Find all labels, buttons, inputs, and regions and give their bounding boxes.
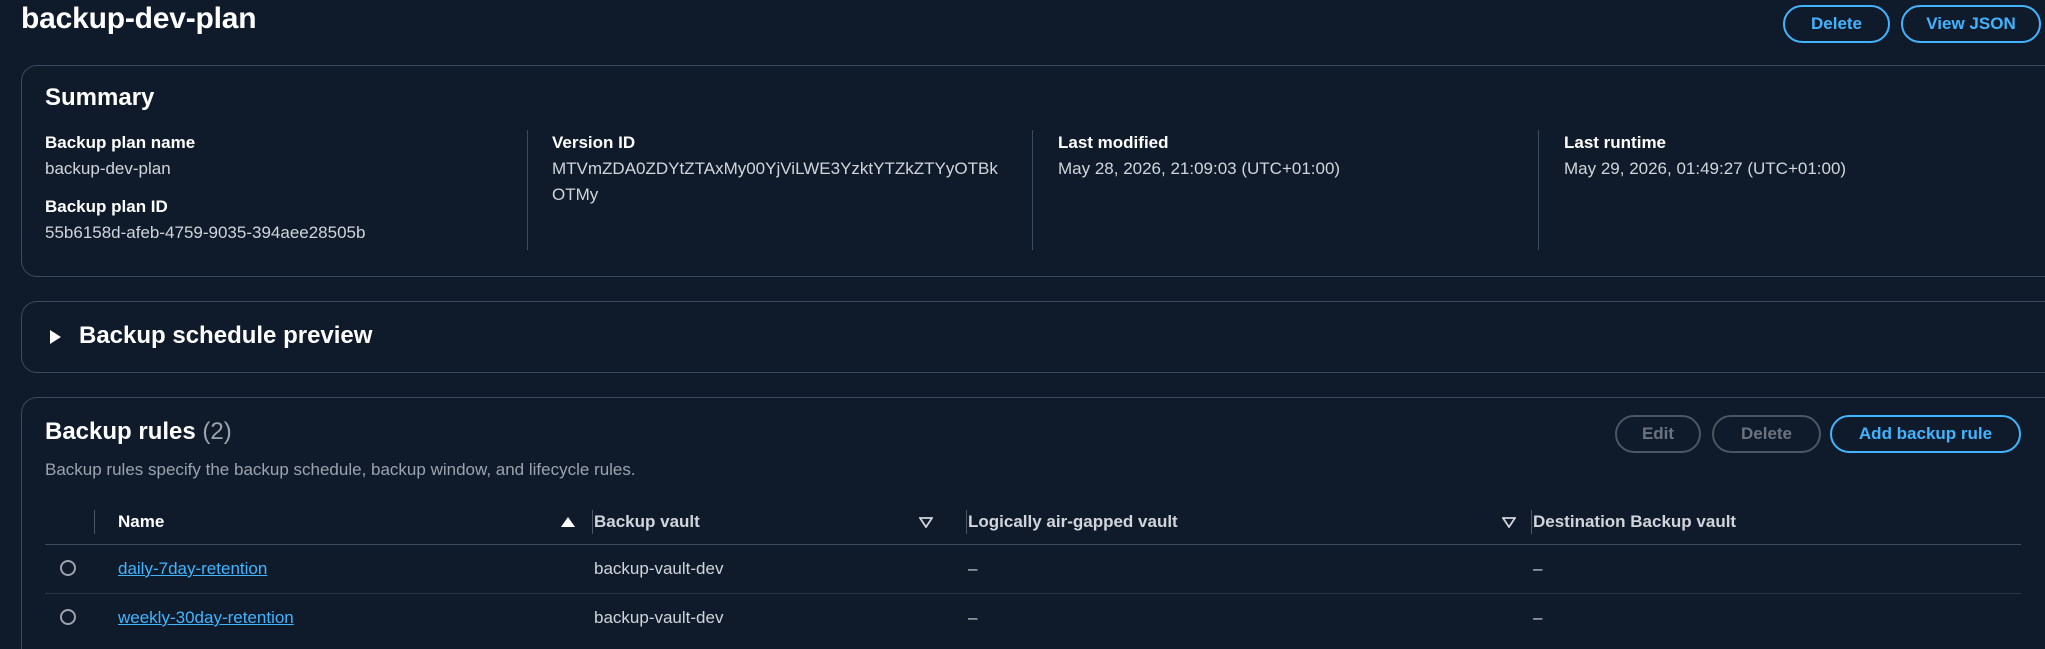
delete-rule-button[interactable]: Delete: [1712, 415, 1821, 453]
column-header-vault[interactable]: Backup vault: [594, 500, 700, 544]
summary-heading: Summary: [45, 84, 155, 111]
sort-ascending-icon[interactable]: [561, 517, 575, 527]
row-select-radio[interactable]: [60, 609, 76, 625]
last-runtime-value: May 29, 2026, 01:49:27 (UTC+01:00): [1564, 159, 1847, 178]
version-id-value-line2: OTMy: [552, 185, 599, 204]
table-row[interactable]: weekly-30day-retention backup-vault-dev …: [45, 594, 2021, 642]
plan-name-value: backup-dev-plan: [45, 159, 171, 178]
schedule-preview-heading[interactable]: Backup schedule preview: [79, 322, 372, 350]
add-backup-rule-button[interactable]: Add backup rule: [1830, 415, 2021, 453]
rule-airgapped-cell: –: [968, 608, 978, 627]
edit-rule-button[interactable]: Edit: [1615, 415, 1701, 453]
last-modified-value: May 28, 2026, 21:09:03 (UTC+01:00): [1058, 159, 1341, 178]
summary-divider: [1032, 130, 1033, 250]
column-separator: [94, 510, 95, 534]
plan-name-label: Backup plan name: [45, 133, 196, 152]
rule-name-link[interactable]: weekly-30day-retention: [118, 608, 294, 628]
table-header: Name Backup vault Logically air-gapped v…: [45, 500, 2021, 545]
plan-id-value: 55b6158d-afeb-4759-9035-394aee28505b: [45, 223, 366, 242]
rule-name-link[interactable]: daily-7day-retention: [118, 559, 267, 579]
delete-plan-button[interactable]: Delete: [1783, 5, 1890, 43]
column-separator: [592, 510, 593, 534]
view-json-button[interactable]: View JSON: [1901, 5, 2041, 43]
summary-col-plan: Backup plan name backup-dev-plan Backup …: [45, 132, 365, 246]
backup-rules-description: Backup rules specify the backup schedule…: [45, 460, 636, 479]
caret-right-icon[interactable]: [50, 330, 61, 344]
rule-destination-cell: –: [1533, 559, 1543, 578]
backup-rules-title: Backup rules: [45, 418, 196, 445]
backup-rules-count: (2): [202, 418, 232, 445]
table-row[interactable]: daily-7day-retention backup-vault-dev – …: [45, 545, 2021, 594]
summary-col-modified: Last modified May 28, 2026, 21:09:03 (UT…: [1058, 132, 1340, 182]
backup-rules-table: Name Backup vault Logically air-gapped v…: [45, 500, 2021, 642]
summary-col-version: Version ID MTVmZDA0ZDYtZTAxMy00YjViLWE3Y…: [552, 132, 998, 208]
rule-vault-cell: backup-vault-dev: [594, 559, 724, 578]
row-select-radio[interactable]: [60, 560, 76, 576]
column-header-name[interactable]: Name: [118, 500, 164, 544]
version-id-value-line1: MTVmZDA0ZDYtZTAxMy00YjViLWE3YzktYTZkZTYy…: [552, 159, 998, 178]
summary-col-runtime: Last runtime May 29, 2026, 01:49:27 (UTC…: [1564, 132, 1846, 182]
last-modified-label: Last modified: [1058, 133, 1169, 152]
plan-id-label: Backup plan ID: [45, 197, 168, 216]
rule-vault-cell: backup-vault-dev: [594, 608, 724, 627]
column-header-destination[interactable]: Destination Backup vault: [1533, 500, 1736, 544]
last-runtime-label: Last runtime: [1564, 133, 1667, 152]
column-separator: [966, 510, 967, 534]
page-title: backup-dev-plan: [21, 2, 257, 35]
rule-airgapped-cell: –: [968, 559, 978, 578]
rule-destination-cell: –: [1533, 608, 1543, 627]
column-header-airgapped[interactable]: Logically air-gapped vault: [968, 500, 1178, 544]
version-id-label: Version ID: [552, 133, 636, 152]
schedule-preview-panel[interactable]: Backup schedule preview: [21, 301, 2045, 373]
backup-rules-heading: Backup rules (2): [45, 418, 232, 446]
summary-divider: [527, 130, 528, 250]
summary-panel: Summary Backup plan name backup-dev-plan…: [21, 65, 2045, 277]
backup-rules-panel: Backup rules (2) Backup rules specify th…: [21, 397, 2045, 649]
summary-divider: [1538, 130, 1539, 250]
column-separator: [1531, 510, 1532, 534]
